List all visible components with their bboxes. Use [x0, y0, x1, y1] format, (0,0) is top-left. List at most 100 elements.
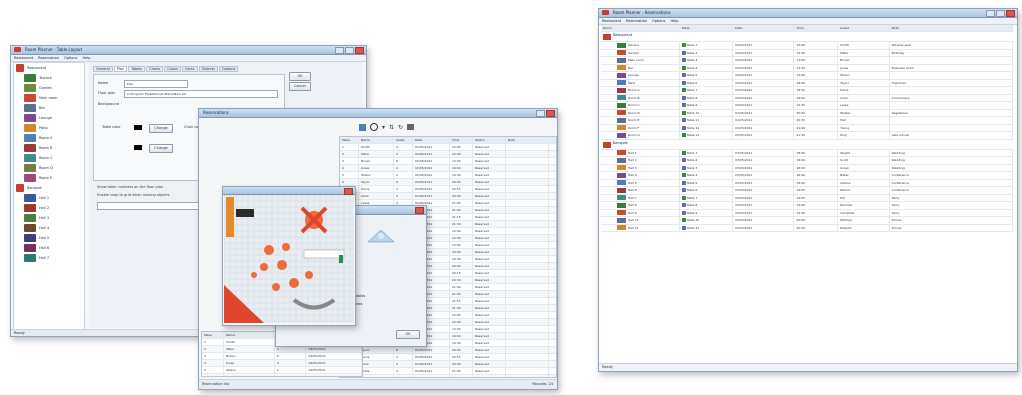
- table-row[interactable]: 5Wilson202/05/201119:30Reserved: [340, 172, 556, 179]
- tree-item[interactable]: Patio: [14, 123, 84, 133]
- counter[interactable]: [226, 197, 234, 237]
- table-row[interactable]: Patio Table 6 02/05/2011 18:00 Taylor Highcha…: [601, 79, 1013, 87]
- table[interactable]: [251, 272, 257, 278]
- table-row[interactable]: Main room Table 3 02/05/2011 13:00 Brown: [601, 57, 1013, 65]
- tree-item[interactable]: Bar: [14, 103, 84, 113]
- menu-item[interactable]: Options: [64, 56, 78, 60]
- table[interactable]: [305, 271, 313, 279]
- table-row[interactable]: 1Smith402/05/201112:00Reserved: [340, 144, 556, 151]
- tree-item[interactable]: Terrace: [14, 73, 84, 83]
- table-row[interactable]: 6 Taylor 8 02/05/2011: [202, 374, 362, 376]
- menu-item[interactable]: Restaurant: [602, 19, 621, 23]
- menu-item[interactable]: Options: [652, 19, 666, 23]
- plan-field[interactable]: C:\Program Files\Planner\Plans\Main.pln: [124, 90, 278, 98]
- name-field[interactable]: Plan: [124, 80, 188, 88]
- option-field[interactable]: [97, 202, 211, 210]
- tab[interactable]: General: [93, 66, 113, 72]
- refresh-icon[interactable]: ↻: [398, 124, 403, 131]
- column-header[interactable]: Table: [202, 332, 225, 338]
- tree-item[interactable]: Hall 1: [14, 193, 84, 203]
- maximize-button[interactable]: [345, 47, 354, 54]
- minimize-button[interactable]: [986, 10, 995, 17]
- sort-icon[interactable]: ⇅: [389, 124, 394, 131]
- table-row[interactable]: 3 Brown 6 02/05/2011: [202, 353, 362, 360]
- table-row[interactable]: Room A Table 7 02/05/2011 18:30 Davis: [601, 87, 1013, 95]
- table-row[interactable]: 4Jones402/05/201119:00Reserved: [340, 165, 556, 172]
- plant[interactable]: [339, 255, 343, 263]
- close-button[interactable]: [355, 47, 364, 54]
- tree-item[interactable]: Lounge: [14, 113, 84, 123]
- tree-item[interactable]: Hall 4: [14, 223, 84, 233]
- close-button[interactable]: [546, 110, 555, 117]
- column-header[interactable]: Time: [450, 137, 473, 143]
- column-header[interactable]: Table: [680, 25, 734, 31]
- column-header[interactable]: Guest: [838, 25, 890, 31]
- tree-item[interactable]: Garden: [14, 83, 84, 93]
- column-header[interactable]: Date: [413, 137, 450, 143]
- tree-root[interactable]: Restaurant: [14, 63, 84, 73]
- table[interactable]: [289, 278, 299, 288]
- table-color-swatch[interactable]: [134, 125, 142, 130]
- column-header[interactable]: Room: [601, 25, 680, 31]
- tab[interactable]: Colors: [164, 66, 182, 72]
- table-row[interactable]: Hall 1 Table 1 03/05/2011 18:00 Wright Weddin…: [601, 149, 1013, 157]
- table-row[interactable]: Hall 4 Table 4 03/05/2011 18:00 Baker Confere…: [601, 172, 1013, 180]
- group-header[interactable]: Restaurant: [601, 32, 1013, 42]
- close-button[interactable]: [415, 207, 424, 214]
- table[interactable]: [272, 283, 280, 291]
- cancel-button[interactable]: Cancel: [289, 82, 311, 91]
- minimize-button[interactable]: [536, 110, 545, 117]
- table-row[interactable]: Room D Table 10 02/05/2011 20:00 Walker Veget…: [601, 109, 1013, 117]
- print-icon[interactable]: [407, 124, 415, 130]
- column-header[interactable]: Note: [890, 25, 1013, 31]
- tab[interactable]: Tables: [128, 66, 146, 72]
- table-row[interactable]: 9Lewis402/05/201121:00Reserved: [340, 368, 556, 375]
- minimize-button[interactable]: [335, 47, 344, 54]
- table[interactable]: [264, 245, 274, 255]
- tree-item[interactable]: Hall 7: [14, 253, 84, 263]
- table-row[interactable]: Room F Table 12 02/05/2011 21:00 Young: [601, 124, 1013, 132]
- tab[interactable]: Chairs: [146, 66, 164, 72]
- color-swatch-black[interactable]: [134, 145, 142, 150]
- bar-counter[interactable]: [236, 209, 254, 217]
- column-header[interactable]: Table: [340, 137, 359, 143]
- table-row[interactable]: Bar Table 4 02/05/2011 13:30 Jones Business l…: [601, 64, 1013, 72]
- table-row[interactable]: Room E Table 11 02/05/2011 20:30 Hall: [601, 117, 1013, 125]
- tree-item[interactable]: Hall 6: [14, 243, 84, 253]
- column-header[interactable]: Status: [473, 137, 506, 143]
- tree-item[interactable]: Hall 5: [14, 233, 84, 243]
- table-row[interactable]: Hall 3 Table 3 03/05/2011 18:00 Green Wedding: [601, 164, 1013, 172]
- column-header[interactable]: Note: [506, 137, 549, 143]
- table-row[interactable]: Hall 6 Table 6 03/05/2011 19:00 Nelson Confer…: [601, 187, 1013, 195]
- close-button[interactable]: [344, 188, 353, 195]
- tree-item[interactable]: Hall 3: [14, 213, 84, 223]
- menu-item[interactable]: Help: [670, 19, 678, 23]
- tab[interactable]: Plan: [113, 66, 128, 72]
- dialog-ok-button[interactable]: OK: [396, 330, 420, 339]
- change-table-color-button[interactable]: Change: [149, 124, 173, 133]
- close-button[interactable]: [1006, 10, 1015, 17]
- table-row[interactable]: 10Walker602/05/201121:00Reserved: [340, 375, 556, 377]
- table-row[interactable]: 6Taylor802/05/201120:00Reserved: [340, 179, 556, 186]
- column-header[interactable]: Name: [224, 332, 275, 338]
- table-row[interactable]: 2Miller202/05/201112:30Reserved: [340, 151, 556, 158]
- tab[interactable]: Options: [218, 66, 239, 72]
- floor-plan-canvas[interactable]: [224, 195, 354, 323]
- bottom-tab[interactable]: Reservation list: [202, 382, 229, 386]
- table-row[interactable]: 2 Miller 2 02/05/2011: [202, 346, 362, 353]
- tab[interactable]: Objects: [198, 66, 218, 72]
- option-snap-grid[interactable]: Enable snap to grid when moving objects: [97, 193, 169, 197]
- table-row[interactable]: 5 Wilson 2 02/05/2011: [202, 367, 362, 374]
- grid-icon[interactable]: [359, 123, 366, 131]
- ok-button[interactable]: OK: [289, 72, 311, 81]
- change-color-button[interactable]: Change: [149, 144, 173, 153]
- table-row[interactable]: Garden Table 2 02/05/2011 12:30 Miller Birthd…: [601, 49, 1013, 57]
- table-row[interactable]: Hall 8 Table 8 03/05/2011 19:00 Ramirez Party: [601, 202, 1013, 210]
- table-row[interactable]: Room C Table 9 02/05/2011 19:30 Lewis: [601, 102, 1013, 110]
- table-row[interactable]: Room G Table 13 02/05/2011 21:30 King Late ar…: [601, 132, 1013, 140]
- table-row[interactable]: 4 Jones 4 02/05/2011: [202, 360, 362, 367]
- tree-root-2[interactable]: Banquet: [14, 183, 84, 193]
- table-row[interactable]: 6Taylor802/05/201120:00Reserved: [340, 347, 556, 354]
- column-header[interactable]: Name: [359, 137, 394, 143]
- table-row[interactable]: Hall 5 Table 5 03/05/2011 18:00 Adams Confere…: [601, 179, 1013, 187]
